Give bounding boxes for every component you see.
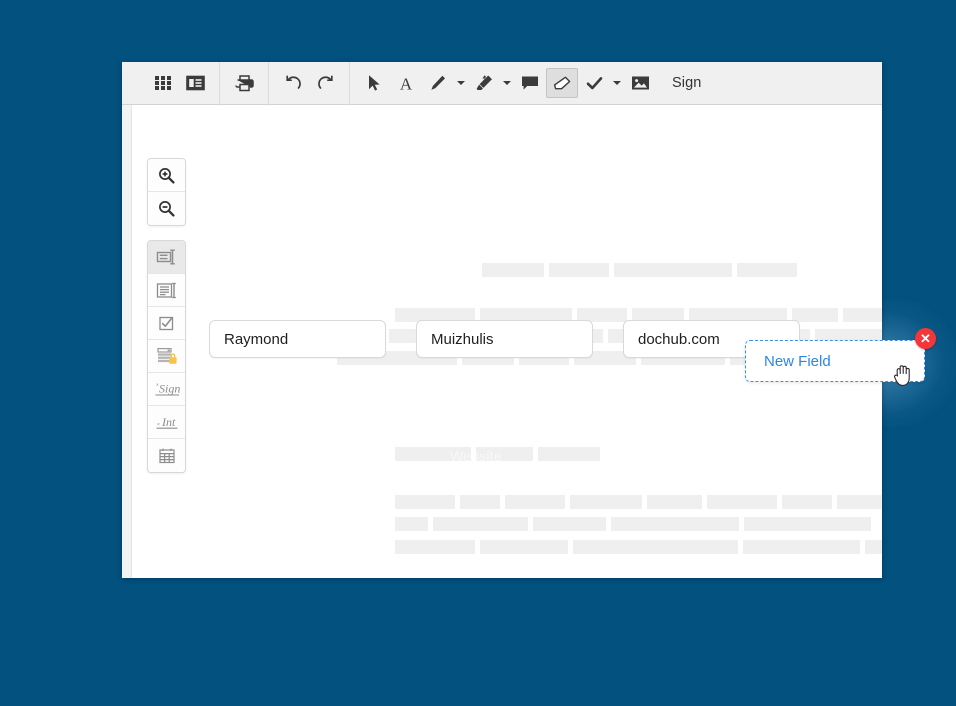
pen-options-chevron-down-icon[interactable] [454, 68, 468, 98]
skeleton-bar [395, 495, 455, 509]
skeleton-bar [460, 495, 500, 509]
text-field-icon[interactable] [148, 241, 185, 274]
first-name-field[interactable]: Raymond [209, 320, 386, 358]
skeleton-bar [433, 517, 528, 531]
svg-text:Sign: Sign [159, 382, 180, 396]
zoom-tool-group [147, 158, 186, 226]
dropdown-locked-icon[interactable] [148, 340, 185, 373]
skeleton-bar [792, 308, 838, 322]
skeleton-bar [611, 517, 739, 531]
new-field-box[interactable]: New Field [745, 340, 925, 382]
pages-panel-icon[interactable] [179, 68, 211, 98]
website-value: dochub.com [638, 330, 720, 348]
skeleton-bar [549, 263, 609, 277]
skeleton-bar [843, 308, 882, 322]
skeleton-bar [570, 495, 642, 509]
print-icon[interactable] [228, 68, 260, 98]
skeleton-bar [743, 540, 860, 554]
sign-button[interactable]: Sign [672, 75, 701, 91]
initials-field-icon[interactable]: × Int [148, 406, 185, 439]
check-options-chevron-down-icon[interactable] [610, 68, 624, 98]
grid-icon[interactable] [147, 68, 179, 98]
toolbar-group-view [139, 62, 219, 105]
close-icon[interactable]: ✕ [915, 328, 936, 349]
skeleton-bar [782, 495, 832, 509]
pen-icon[interactable] [422, 68, 454, 98]
skeleton-bar [573, 540, 738, 554]
skeleton-bar [707, 495, 777, 509]
skeleton-bar [533, 517, 606, 531]
svg-text:×: × [157, 422, 160, 428]
skeleton-row [395, 540, 882, 554]
image-icon[interactable] [624, 68, 656, 98]
undo-icon[interactable] [277, 68, 309, 98]
skeleton-bar [505, 495, 565, 509]
highlighter-options-chevron-down-icon[interactable] [500, 68, 514, 98]
skeleton-bar [744, 517, 871, 531]
app-window: A Sign × Sign × Int Website Raymond Muiz… [122, 62, 882, 578]
new-field-label: New Field [764, 352, 831, 370]
first-name-value: Raymond [224, 330, 289, 348]
skeleton-bar [395, 540, 475, 554]
check-icon[interactable] [578, 68, 610, 98]
skeleton-row [482, 263, 797, 277]
text-area-icon[interactable] [148, 274, 185, 307]
last-name-field[interactable]: Muizhulis [416, 320, 593, 358]
date-field-icon[interactable] [148, 439, 185, 472]
new-field-draggable[interactable]: New Field ✕ [745, 328, 936, 386]
highlighter-icon[interactable] [468, 68, 500, 98]
editor-toolbar: A Sign [122, 62, 882, 105]
toolbar-group-tools: A Sign [350, 62, 709, 105]
cursor-icon[interactable] [358, 68, 390, 98]
svg-text:Int: Int [161, 415, 176, 429]
skeleton-bar [395, 517, 428, 531]
skeleton-bar [480, 540, 568, 554]
svg-text:A: A [400, 75, 413, 93]
zoom-out-icon[interactable] [148, 192, 185, 225]
comment-icon[interactable] [514, 68, 546, 98]
last-name-value: Muizhulis [431, 330, 494, 348]
tool-rail: × Sign × Int [147, 158, 186, 473]
field-tool-group: × Sign × Int [147, 240, 186, 473]
toolbar-group-history [269, 62, 349, 105]
skeleton-bar [737, 263, 797, 277]
skeleton-row [395, 495, 882, 509]
redo-icon[interactable] [309, 68, 341, 98]
website-watermark: Website [450, 448, 502, 464]
skeleton-bar [482, 263, 544, 277]
skeleton-bar [865, 540, 882, 554]
text-icon[interactable]: A [390, 68, 422, 98]
checkbox-field-icon[interactable] [148, 307, 185, 340]
signature-field-icon[interactable]: × Sign [148, 373, 185, 406]
skeleton-bar [647, 495, 702, 509]
toolbar-group-print [220, 62, 268, 105]
skeleton-bar [538, 447, 600, 461]
zoom-in-icon[interactable] [148, 159, 185, 192]
eraser-icon[interactable] [546, 68, 578, 98]
left-strip [122, 105, 132, 578]
skeleton-row [395, 517, 871, 531]
skeleton-bar [614, 263, 732, 277]
skeleton-bar [837, 495, 882, 509]
